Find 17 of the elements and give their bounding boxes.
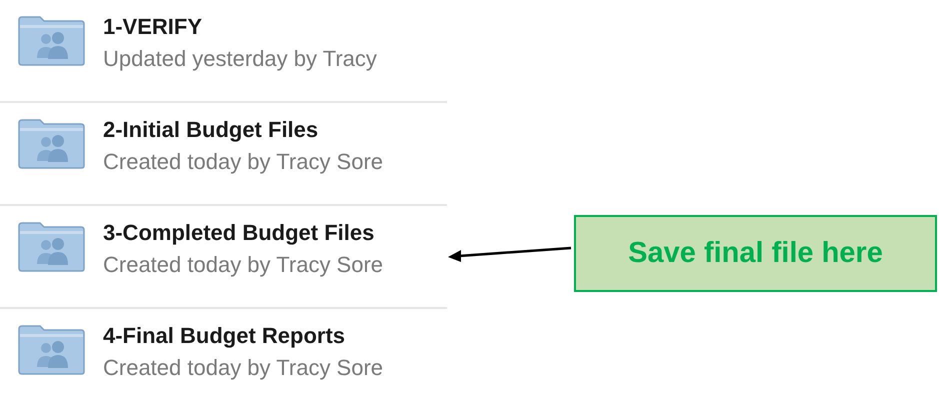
folder-details: Created today by Tracy Sore xyxy=(103,355,384,381)
folder-row[interactable]: 3-Completed Budget Files Created today by Tracy Sore xyxy=(0,206,447,309)
shared-folder-icon xyxy=(18,325,85,375)
folder-details: Updated yesterday by Tracy xyxy=(103,46,377,72)
callout-note: Save final file here xyxy=(574,215,937,292)
folder-name[interactable]: 4-Final Budget Reports xyxy=(103,323,346,349)
folder-name[interactable]: 1-VERIFY xyxy=(103,14,202,40)
folder-row[interactable]: 2-Initial Budget Files Created today by Tracy Sore xyxy=(0,103,447,206)
folder-details: Created today by Tracy Sore xyxy=(103,149,384,175)
folder-row[interactable]: 4-Final Budget Reports Created today by Tracy Sore xyxy=(0,309,447,412)
shared-folder-icon xyxy=(18,222,85,272)
shared-folder-icon xyxy=(18,119,85,169)
folder-row[interactable]: 1-VERIFY Updated yesterday by Tracy xyxy=(0,0,447,103)
folder-details: Created today by Tracy Sore xyxy=(103,252,384,278)
folder-name[interactable]: 2-Initial Budget Files xyxy=(103,117,318,143)
shared-folder-icon xyxy=(18,16,85,66)
folder-name[interactable]: 3-Completed Budget Files xyxy=(103,220,374,246)
